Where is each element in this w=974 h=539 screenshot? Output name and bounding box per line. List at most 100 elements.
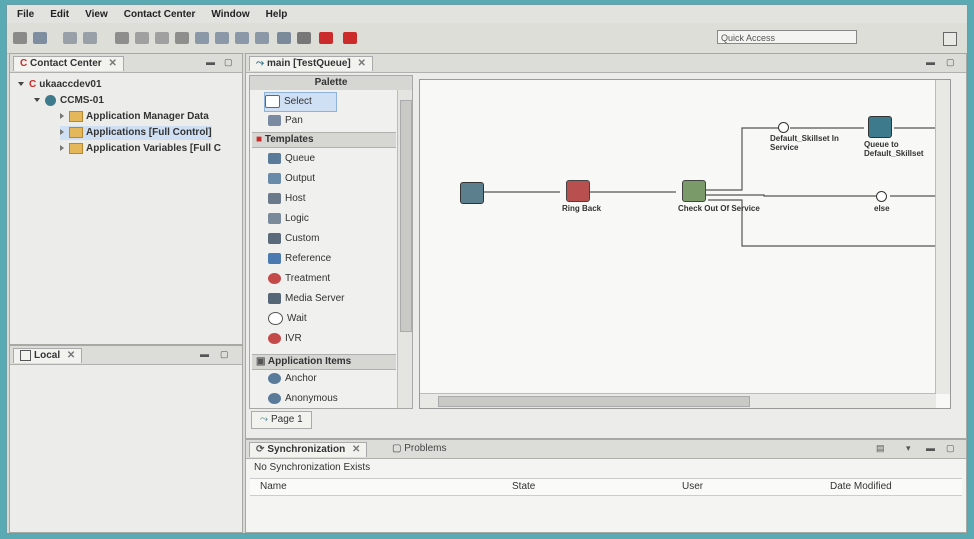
column-name[interactable]: Name (260, 481, 287, 492)
expand-icon[interactable] (60, 129, 64, 136)
branch-point[interactable] (876, 191, 887, 202)
grid-icon[interactable] (297, 32, 311, 44)
palette-anonymous[interactable]: Anonymous (268, 390, 338, 408)
tree-item-server[interactable]: Cukaaccdev01 (18, 78, 102, 92)
canvas-scroll-thumb[interactable] (438, 396, 750, 407)
templates-header[interactable]: ■ Templates (252, 132, 396, 148)
pan-icon (268, 114, 281, 126)
palette-output[interactable]: Output (268, 170, 315, 188)
application-items-header[interactable]: ▣ Application Items (252, 354, 396, 370)
expand-icon[interactable] (34, 98, 40, 103)
problems-icon: ▢ (392, 443, 402, 454)
menu-view[interactable]: View (85, 9, 108, 20)
view-menu-icon[interactable]: ▤ (876, 443, 885, 454)
canvas-horizontal-scrollbar[interactable] (420, 393, 936, 408)
treatment-icon (268, 272, 281, 284)
menu-help[interactable]: Help (266, 9, 288, 20)
menu-window[interactable]: Window (211, 9, 249, 20)
maximize-icon[interactable]: ▢ (946, 57, 955, 68)
cut-icon[interactable] (175, 32, 189, 44)
new-icon[interactable] (13, 32, 27, 44)
palette-scroll-thumb[interactable] (400, 100, 412, 332)
local-tab-bar: Local ✕ ▬ ▢ (10, 346, 242, 365)
palette-select[interactable]: Select (264, 92, 337, 112)
contact-center-c-icon[interactable] (319, 32, 333, 44)
palette-custom[interactable]: Custom (268, 230, 319, 248)
menu-contact-center[interactable]: Contact Center (124, 9, 196, 20)
page-tab[interactable]: ⤳ Page 1 (251, 411, 312, 429)
sync-icon: ⟳ (256, 444, 265, 455)
palette-queue[interactable]: Queue (268, 150, 315, 168)
expand-icon[interactable] (60, 145, 64, 152)
canvas-vertical-scrollbar[interactable] (935, 80, 950, 394)
folder-icon (69, 126, 83, 138)
start-node[interactable] (460, 182, 484, 204)
contact-center-tab[interactable]: C Contact Center ✕ (13, 56, 124, 71)
undo-icon[interactable] (63, 32, 77, 44)
menu-file[interactable]: File (17, 9, 34, 20)
maximize-icon[interactable]: ▢ (220, 349, 229, 360)
tree-item-application-manager-data[interactable]: Application Manager Data (60, 110, 209, 124)
close-icon[interactable]: ✕ (67, 350, 75, 361)
clock-icon (268, 311, 283, 325)
select-arrow-icon (265, 94, 280, 108)
layout-icon[interactable] (277, 32, 291, 44)
quick-access-input[interactable]: Quick Access (717, 30, 857, 44)
expand-icon[interactable] (18, 82, 24, 87)
zoom-fit-icon[interactable] (235, 32, 249, 44)
editor-tab[interactable]: ⤳ main [TestQueue] ✕ (249, 56, 373, 71)
open-perspective-icon[interactable] (943, 32, 957, 46)
minimize-icon[interactable]: ▬ (926, 57, 935, 67)
column-user[interactable]: User (682, 481, 703, 492)
contact-center-sync-icon[interactable] (343, 32, 357, 44)
column-date-modified[interactable]: Date Modified (830, 481, 892, 492)
reference-icon (268, 252, 281, 264)
ivr-icon (268, 332, 281, 344)
palette-anchor[interactable]: Anchor (268, 370, 317, 388)
local-tab[interactable]: Local ✕ (13, 348, 83, 363)
palette-reference[interactable]: Reference (268, 250, 331, 268)
maximize-icon[interactable]: ▢ (946, 443, 955, 454)
close-icon[interactable]: ✕ (108, 58, 116, 69)
editor-tab-bar: ⤳ main [TestQueue] ✕ ▬ ▢ (246, 54, 966, 73)
zoom-page-icon[interactable] (255, 32, 269, 44)
palette-pan[interactable]: Pan (268, 112, 303, 130)
close-icon[interactable]: ✕ (352, 444, 360, 455)
tree-item-applications[interactable]: Applications [Full Control] (60, 126, 212, 140)
palette-scrollbar[interactable] (397, 90, 412, 408)
maximize-icon[interactable]: ▢ (224, 57, 233, 68)
save-icon[interactable] (33, 32, 47, 44)
anchor-icon (268, 372, 281, 384)
redo-icon[interactable] (83, 32, 97, 44)
tree-item-ccms[interactable]: CCMS-01 (34, 94, 104, 108)
zoom-out-icon[interactable] (215, 32, 229, 44)
view-menu-dropdown-icon[interactable]: ▾ (906, 443, 911, 454)
minimize-icon[interactable]: ▬ (206, 57, 215, 67)
palette-logic[interactable]: Logic (268, 210, 309, 228)
column-state[interactable]: State (512, 481, 535, 492)
menu-edit[interactable]: Edit (50, 9, 69, 20)
tree-item-application-variables[interactable]: Application Variables [Full C (60, 142, 221, 156)
connect-icon[interactable] (115, 32, 129, 44)
close-icon[interactable]: ✕ (358, 58, 366, 69)
globe-icon (45, 94, 56, 106)
palette-wait[interactable]: Wait (268, 310, 307, 328)
palette-ivr[interactable]: IVR (268, 330, 302, 348)
flow-canvas[interactable]: Ring Back Check Out Of Service Default_S… (419, 79, 951, 409)
ring-back-node[interactable] (566, 180, 590, 202)
minimize-icon[interactable]: ▬ (200, 349, 209, 359)
copy-icon[interactable] (135, 32, 149, 44)
check-out-of-service-node[interactable] (682, 180, 706, 202)
expand-icon[interactable] (60, 113, 64, 120)
palette-media-server[interactable]: Media Server (268, 290, 344, 308)
zoom-in-icon[interactable] (195, 32, 209, 44)
queue-node[interactable] (868, 116, 892, 138)
paste-icon[interactable] (155, 32, 169, 44)
menu-bar: File Edit View Contact Center Window Hel… (7, 5, 967, 23)
branch-point[interactable] (778, 122, 789, 133)
palette-host[interactable]: Host (268, 190, 306, 208)
palette-treatment[interactable]: Treatment (268, 270, 330, 288)
minimize-icon[interactable]: ▬ (926, 443, 935, 453)
problems-tab[interactable]: ▢ Problems (386, 442, 452, 456)
synchronization-tab[interactable]: ⟳ Synchronization ✕ (249, 442, 368, 457)
